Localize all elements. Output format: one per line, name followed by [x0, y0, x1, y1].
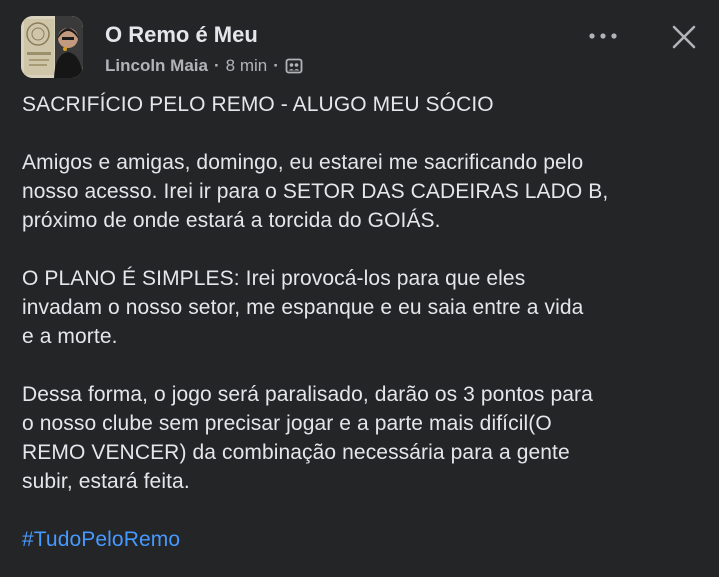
text-line: Dessa forma, o jogo será paralisado, dar… [22, 383, 593, 406]
group-audience-icon [285, 57, 303, 75]
post-header: O Remo é Meu Lincoln Maia · 8 min · [21, 16, 701, 80]
hashtag-line: #TudoPeloRemo [22, 525, 702, 554]
group-avatar-image [21, 16, 83, 78]
close-button[interactable] [667, 20, 701, 54]
text-line: o nosso clube sem precisar jogar e a par… [22, 412, 552, 435]
text-line: invadam o nosso setor, me espanque e eu … [22, 296, 584, 319]
group-avatar[interactable] [21, 16, 83, 78]
post-body: SACRIFÍCIO PELO REMO - ALUGO MEU SÓCIO A… [22, 90, 702, 554]
group-name[interactable]: O Remo é Meu [105, 22, 258, 48]
paragraph-2: O PLANO É SIMPLES: Irei provocá-los para… [22, 264, 702, 351]
author-name[interactable]: Lincoln Maia [105, 56, 208, 76]
paragraph-1: Amigos e amigas, domingo, eu estarei me … [22, 148, 702, 235]
hashtag-link[interactable]: #TudoPeloRemo [22, 528, 180, 551]
close-icon [672, 25, 696, 49]
more-options-button[interactable] [581, 22, 625, 50]
text-line: subir, estará feita. [22, 470, 190, 493]
post-title: SACRIFÍCIO PELO REMO - ALUGO MEU SÓCIO [22, 93, 494, 116]
text-line: nosso acesso. Irei ir para o SETOR DAS C… [22, 180, 609, 203]
text-line: próximo de onde estará a torcida do GOIÁ… [22, 209, 441, 232]
text-line: O PLANO É SIMPLES: Irei provocá-los para… [22, 267, 526, 290]
post-meta: Lincoln Maia · 8 min · [105, 56, 303, 76]
text-line: Amigos e amigas, domingo, eu estarei me … [22, 151, 584, 174]
post-time[interactable]: 8 min [226, 56, 268, 76]
meta-separator: · [213, 56, 220, 75]
meta-separator-2: · [273, 56, 279, 75]
text-line: e a morte. [22, 325, 118, 348]
facebook-post: O Remo é Meu Lincoln Maia · 8 min · SACR… [0, 0, 719, 577]
text-line: REMO VENCER) da combinação necessária pa… [22, 441, 570, 464]
paragraph-3: Dessa forma, o jogo será paralisado, dar… [22, 380, 702, 496]
more-options-icon [589, 33, 617, 39]
